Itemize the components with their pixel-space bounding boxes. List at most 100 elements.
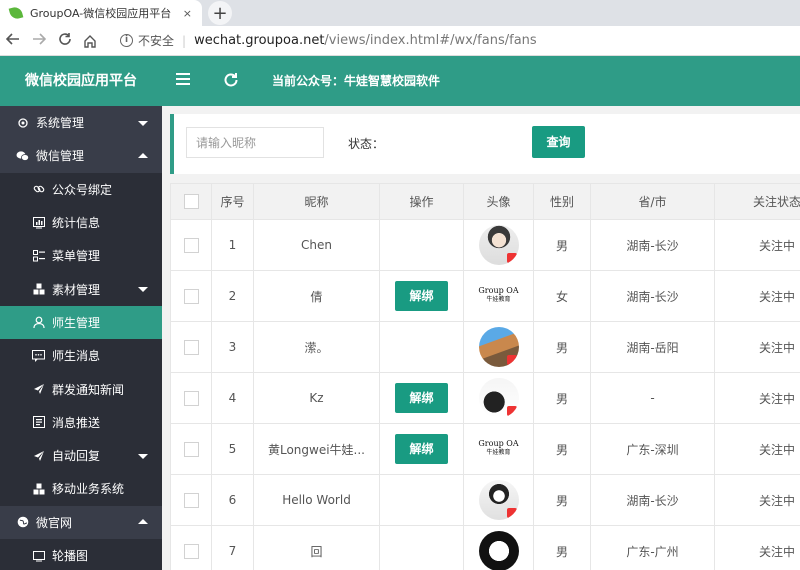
logo-subtext: 牛娃教育 (486, 449, 511, 456)
nickname-cell: 倩 (253, 270, 380, 322)
unbind-button[interactable]: 解绑 (395, 434, 448, 464)
checkbox-cell (170, 372, 212, 424)
reload-icon[interactable] (52, 32, 78, 50)
row-checkbox[interactable] (183, 543, 199, 559)
home-icon[interactable] (78, 34, 102, 48)
status-cell: 关注中 (714, 423, 800, 475)
sidebar-item[interactable]: 消息推送 (0, 405, 162, 439)
tab-close-icon[interactable]: × (183, 7, 192, 20)
info-icon: i (120, 34, 133, 47)
table-row: 1 Chen 男湖南-长沙 关注中 (170, 219, 800, 271)
action-cell: 解绑 (379, 270, 464, 322)
sidebar-item-label: 微官网 (36, 515, 73, 530)
sidebar-item-label: 自动回复 (52, 449, 101, 464)
tab-title: GroupOA-微信校园应用平台 (30, 7, 172, 20)
table-row: 6 Hello World 男湖南-长沙 关注中 (170, 474, 800, 526)
back-arrow-icon[interactable] (0, 32, 26, 50)
wechat-icon (16, 149, 29, 162)
row-checkbox[interactable] (183, 339, 199, 355)
avatar-cell: Group OA 牛娃教育 (463, 270, 534, 322)
badge-icon (506, 253, 517, 263)
select-all-checkbox[interactable] (183, 194, 199, 209)
message-icon (32, 349, 45, 362)
sidebar-item[interactable]: 移动业务系统 (0, 472, 162, 506)
badge-icon (506, 355, 517, 365)
checkbox-cell (170, 525, 212, 570)
sidebar-item[interactable]: 群发通知新闻 (0, 372, 162, 406)
query-button[interactable]: 查询 (532, 126, 585, 158)
caret-up-icon[interactable] (138, 152, 148, 158)
action-cell: 解绑 (379, 372, 464, 424)
sidebar-item[interactable]: 师生消息 (0, 339, 162, 373)
gear-icon (16, 116, 29, 129)
nickname-search-input[interactable] (186, 127, 324, 158)
column-header: 性别 (533, 183, 591, 220)
sidebar-item-label: 素材管理 (52, 282, 101, 297)
cubes-icon (32, 283, 45, 296)
row-checkbox[interactable] (183, 441, 199, 457)
row-checkbox[interactable] (183, 390, 199, 406)
sidebar-item[interactable]: 系统管理 (0, 106, 162, 140)
gender-cell: 男 (533, 474, 591, 526)
caret-down-icon[interactable] (138, 287, 148, 293)
status-cell: 关注中 (714, 372, 800, 424)
nickname-cell: 黄Longwei牛娃... (253, 423, 380, 475)
index-cell: 4 (211, 372, 254, 424)
column-header: 省/市 (590, 183, 715, 220)
url-host: wechat.groupoa.net (194, 33, 325, 48)
region-cell: 湖南-岳阳 (590, 321, 715, 373)
new-tab-button[interactable]: + (208, 1, 232, 25)
browser-tab[interactable]: GroupOA-微信校园应用平台 × (0, 0, 202, 26)
gender-cell: 男 (533, 525, 591, 570)
sidebar-item[interactable]: 微官网 (0, 505, 162, 539)
unbind-button[interactable]: 解绑 (395, 383, 448, 413)
avatar-cell: Group OA 牛娃教育 (463, 423, 534, 475)
checkbox-cell (170, 423, 212, 475)
avatar-cat (478, 378, 519, 418)
avatar-anime (478, 480, 519, 520)
sidebar-item[interactable]: 菜单管理 (0, 239, 162, 273)
brand-title: 微信校园应用平台 (25, 73, 137, 89)
row-checkbox[interactable] (183, 237, 199, 253)
index-cell: 2 (211, 270, 254, 322)
row-checkbox[interactable] (183, 288, 199, 304)
unbind-button[interactable]: 解绑 (395, 281, 448, 311)
sidebar-item[interactable]: 轮播图 (0, 538, 162, 570)
table-row: 4 Kz 解绑 男 - 关注中 (170, 372, 800, 424)
table-row: 2 倩解绑 Group OA 牛娃教育女湖南-长沙 关注中 (170, 270, 800, 322)
url-path: /views/index.html#/wx/fans/fans (324, 33, 537, 48)
status-cell: 关注中 (714, 525, 800, 570)
logo-text: Group OA (478, 439, 519, 448)
table-row: 3 潆。 男湖南-岳阳 关注中 (170, 321, 800, 373)
caret-up-icon[interactable] (138, 519, 148, 525)
sidebar-item[interactable]: 微信管理 (0, 139, 162, 173)
avatar-person (478, 225, 519, 265)
search-bar: 状态： 查询 (170, 114, 800, 174)
sidebar-item[interactable]: 素材管理 (0, 272, 162, 306)
nickname-cell: Kz (253, 372, 380, 424)
leaf-favicon-icon (8, 5, 24, 21)
caret-down-icon[interactable] (138, 453, 148, 459)
forward-arrow-icon[interactable] (26, 32, 52, 50)
region-cell: - (590, 372, 715, 424)
caret-down-icon[interactable] (138, 120, 148, 126)
row-checkbox[interactable] (183, 492, 199, 508)
globe-icon (16, 516, 29, 529)
chart-icon (32, 216, 45, 229)
slideshow-icon (32, 549, 45, 562)
menu-toggle-icon[interactable] (176, 73, 191, 87)
sidebar-item[interactable]: 公众号绑定 (0, 172, 162, 206)
sidebar-item-label: 师生管理 (52, 315, 101, 330)
sidebar-item[interactable]: 自动回复 (0, 438, 162, 473)
nickname-cell: Hello World (253, 474, 380, 526)
sidebar-item[interactable]: 统计信息 (0, 205, 162, 240)
browser-tab-strip: GroupOA-微信校园应用平台 × + (0, 0, 800, 26)
url-field[interactable]: wechat.groupoa.net/views/index.html#/wx/… (194, 33, 537, 48)
region-cell: 湖南-长沙 (590, 270, 715, 322)
sidebar-item[interactable]: 师生管理 (0, 305, 162, 340)
checkbox-cell (170, 219, 212, 271)
avatar-cell (463, 321, 534, 373)
security-indicator[interactable]: i 不安全 | (120, 32, 194, 49)
column-header: 头像 (463, 183, 534, 220)
refresh-icon[interactable] (223, 72, 241, 90)
